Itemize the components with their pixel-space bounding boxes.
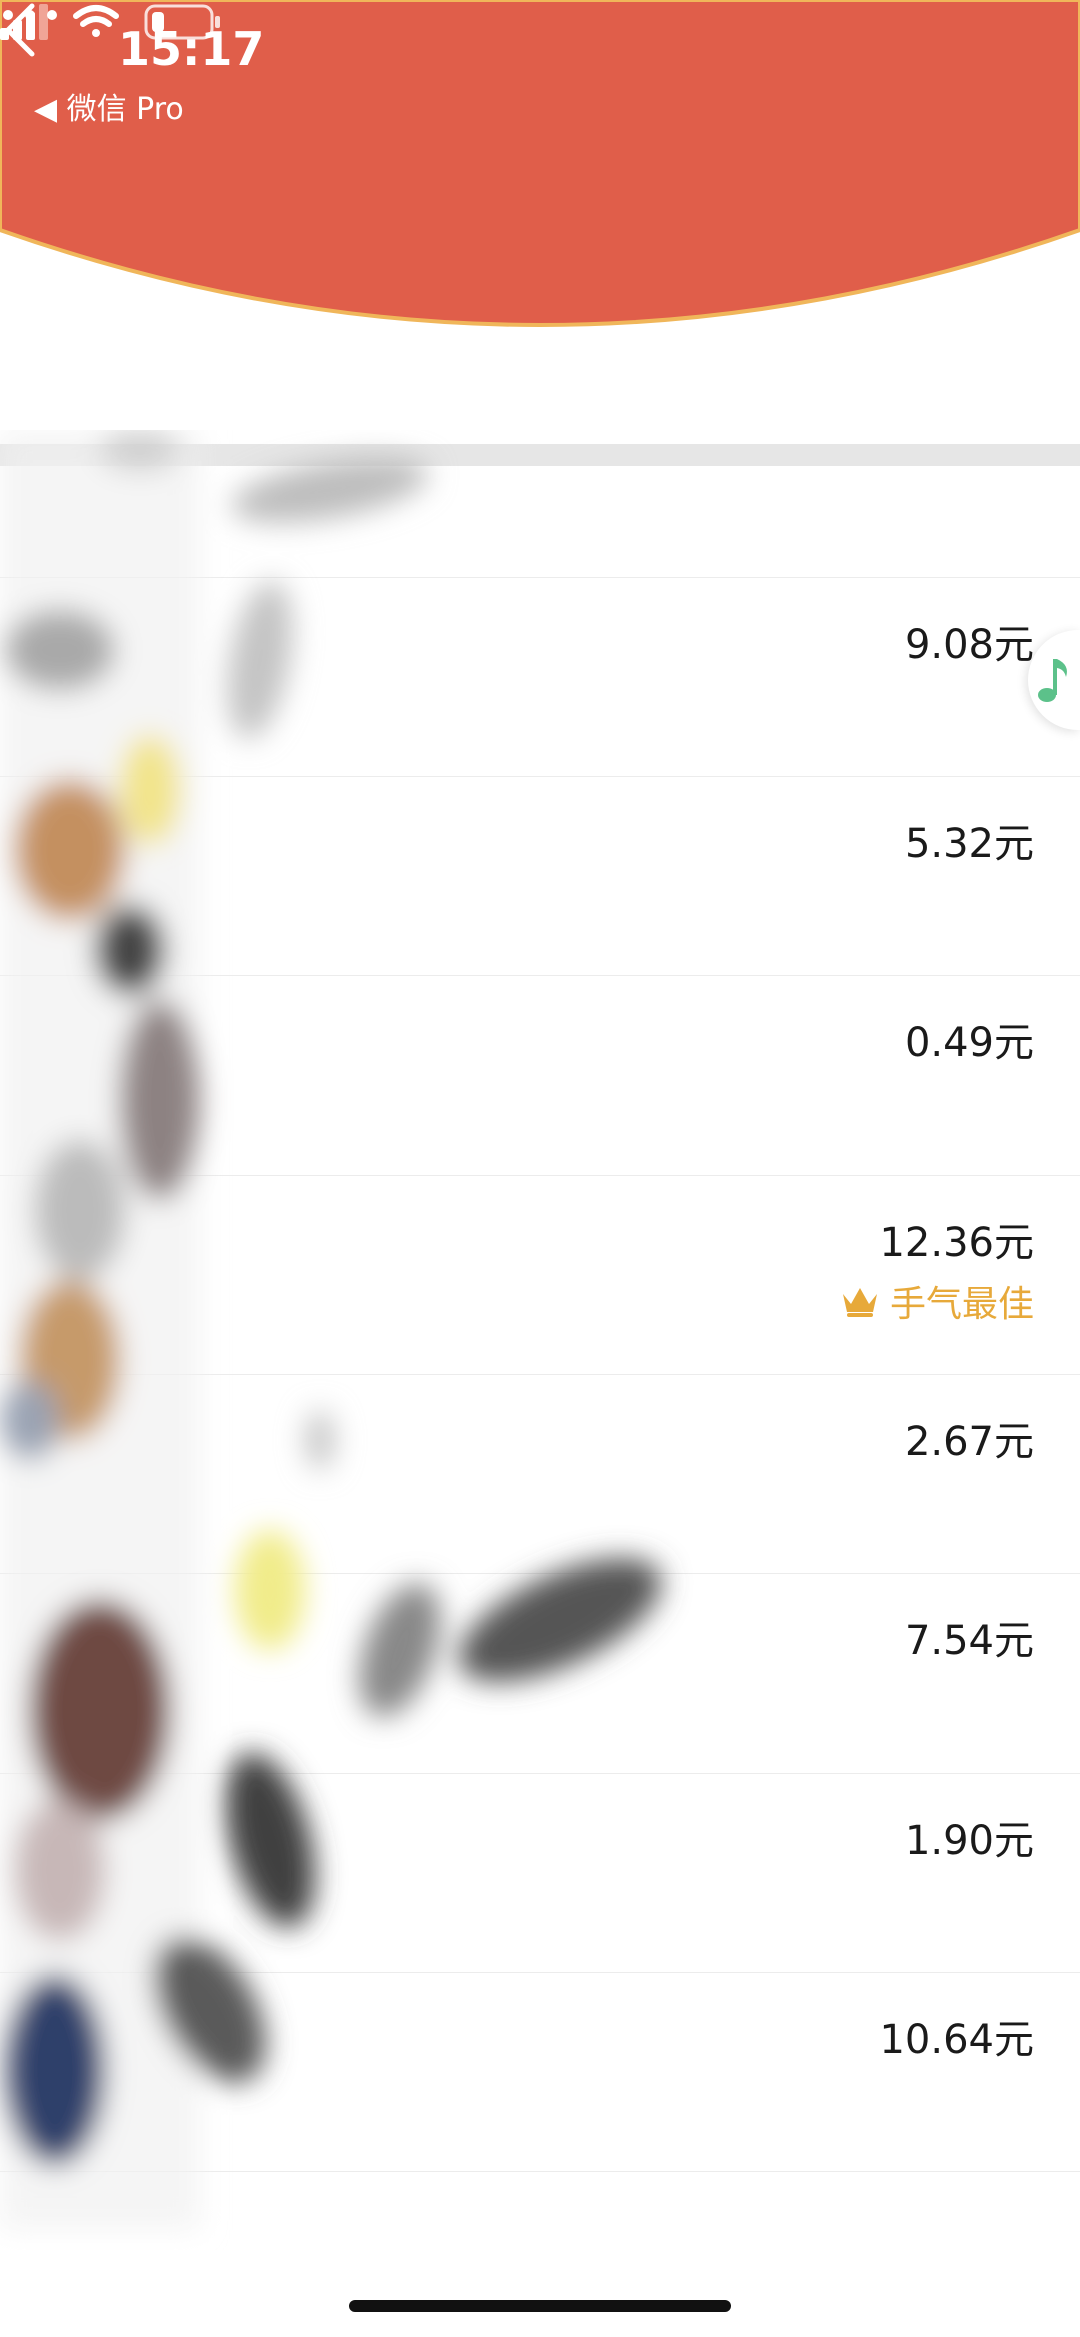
record-amount: 10.64元 [879,2017,1034,2063]
best-luck-label: 手气最佳 [889,1284,1034,1325]
redacted-avatars-and-names [0,430,662,2230]
crown-icon [842,1288,877,1317]
record-amount: 7.54元 [904,1618,1034,1664]
back-to-app-link[interactable]: ◀ 微信 Pro [34,84,184,128]
record-amount: 5.32元 [904,821,1034,867]
more-options-icon[interactable] [0,0,60,30]
wifi-icon [73,5,119,37]
record-amount: 9.08元 [904,622,1034,668]
record-amount: 12.36元 [879,1220,1034,1266]
record-amount: 0.49元 [904,1020,1034,1066]
battery-icon [144,4,220,40]
record-amount: 1.90元 [904,1818,1034,1864]
best-luck-badge: 手气最佳 [840,1275,1034,1327]
music-toggle-button[interactable] [1028,630,1080,730]
music-note-icon [1038,659,1067,702]
record-amount: 2.67元 [904,1419,1034,1465]
red-packet-header: 15:17 ◀ 微信 Pro [0,0,1080,345]
home-indicator[interactable] [349,2300,731,2312]
